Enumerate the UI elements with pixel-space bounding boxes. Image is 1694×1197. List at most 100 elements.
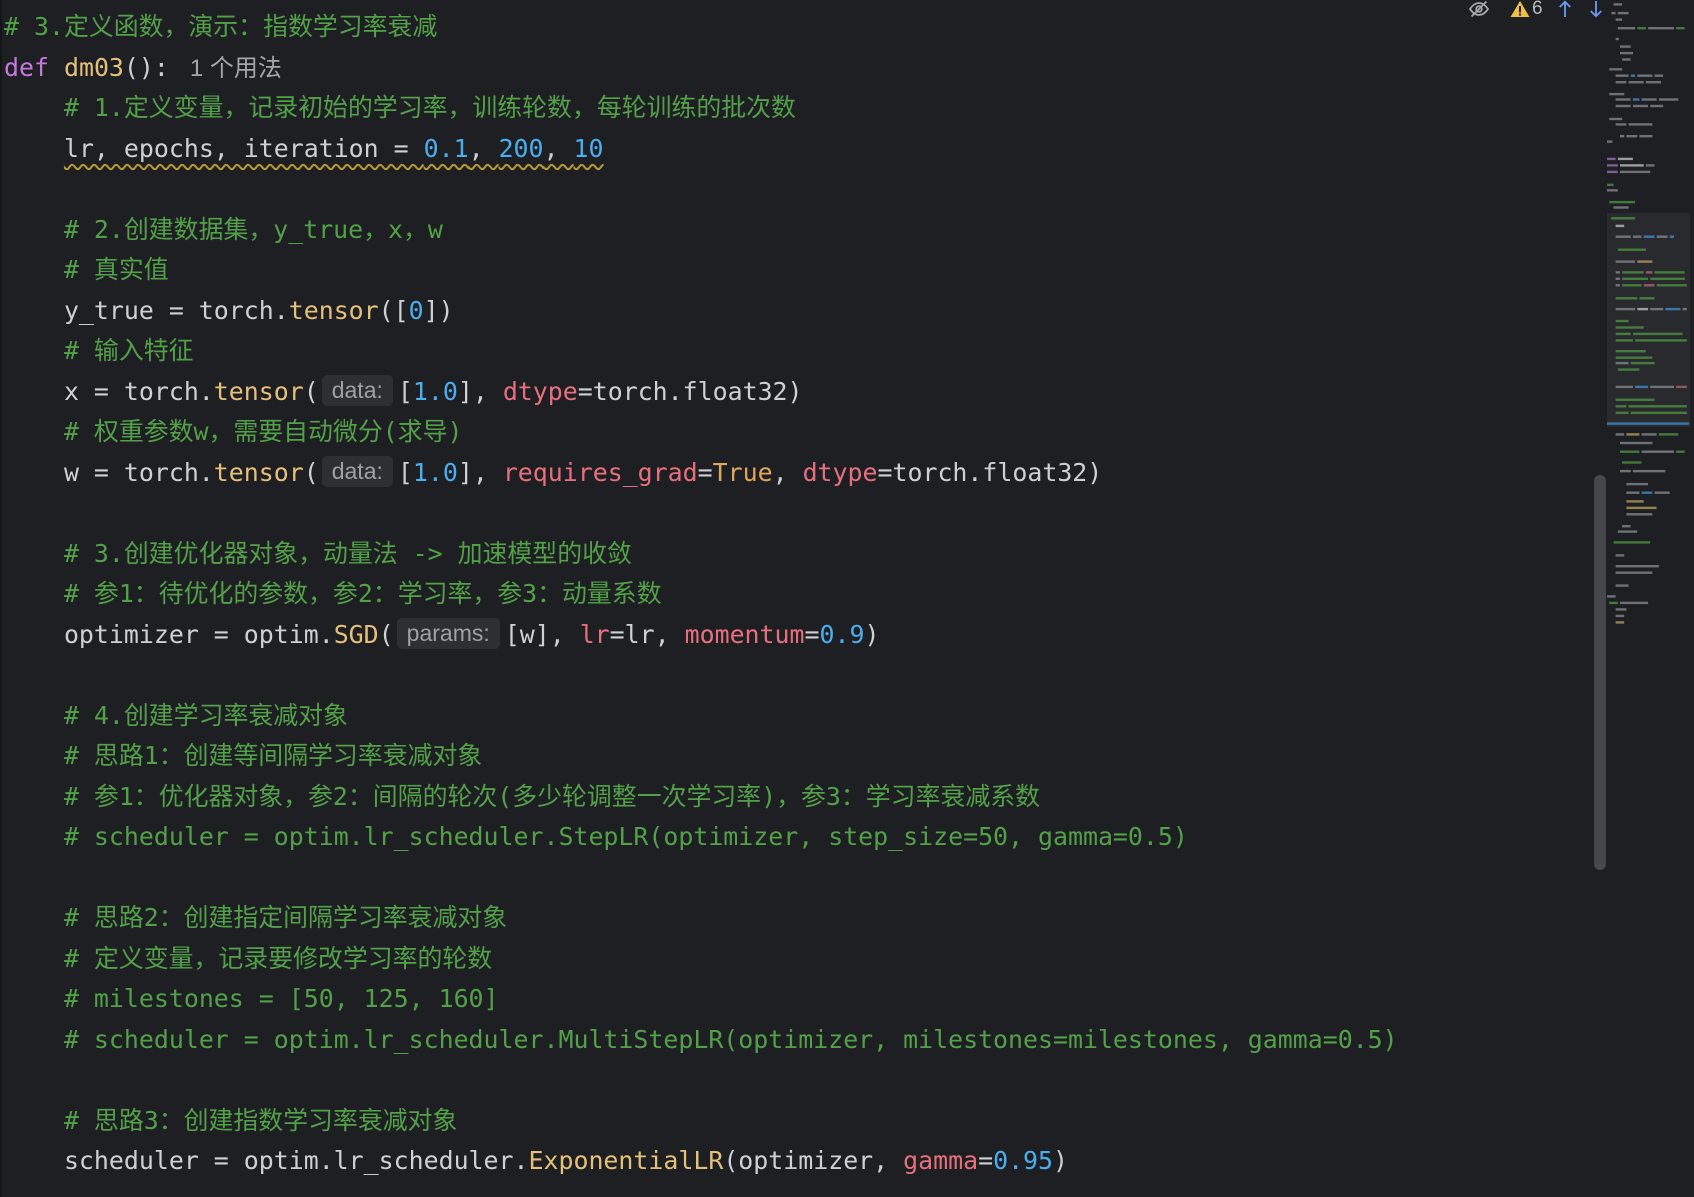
code-comment[interactable]: # 真实值: [64, 255, 169, 284]
code-text[interactable]: [4, 93, 64, 122]
code-line[interactable]: # 2.创建数据集，y_true，x，w: [4, 210, 1589, 251]
code-text[interactable]: ,: [469, 134, 499, 163]
code-comment[interactable]: # 参1：优化器对象，参2：间隔的轮次(多少轮调整一次学习率)，参3：学习率衰减…: [64, 782, 1040, 811]
code-text[interactable]: [4, 255, 64, 284]
code-text[interactable]: [4, 417, 64, 446]
code-line[interactable]: scheduler = optim.lr_scheduler.Exponenti…: [4, 1141, 1589, 1182]
number-literal[interactable]: 200: [499, 134, 544, 163]
code-line[interactable]: def dm03(): 1 个用法: [4, 48, 1589, 89]
code-text[interactable]: ): [1053, 1146, 1068, 1175]
code-comment[interactable]: # 2.创建数据集，y_true，x，w: [64, 215, 443, 244]
code-text[interactable]: w = torch.: [4, 458, 214, 487]
code-text[interactable]: [: [398, 377, 413, 406]
code-comment[interactable]: # 参1：待优化的参数，参2：学习率，参3：动量系数: [64, 579, 662, 608]
keyword-argument[interactable]: momentum: [685, 620, 805, 649]
code-line[interactable]: # 3.定义函数，演示：指数学习率衰减: [4, 7, 1589, 48]
number-literal[interactable]: 0: [409, 296, 424, 325]
code-text[interactable]: (: [304, 458, 319, 487]
boolean-literal[interactable]: True: [713, 458, 773, 487]
code-comment[interactable]: # 权重参数w，需要自动微分(求导): [64, 417, 463, 446]
warning-icon[interactable]: [1510, 0, 1530, 18]
number-literal[interactable]: 0.9: [820, 620, 865, 649]
code-comment[interactable]: # 3.创建优化器对象，动量法 -> 加速模型的收敛: [64, 539, 632, 568]
code-line[interactable]: w = torch.tensor(data: [1.0], requires_gr…: [4, 453, 1589, 494]
code-text[interactable]: ,: [544, 134, 574, 163]
code-text[interactable]: ): [864, 620, 879, 649]
warning-count[interactable]: 6: [1532, 0, 1543, 19]
arrow-up-icon[interactable]: [1558, 0, 1572, 18]
code-line[interactable]: # milestones = [50, 125, 160]: [4, 979, 1589, 1020]
code-line[interactable]: # scheduler = optim.lr_scheduler.MultiSt…: [4, 1020, 1589, 1061]
keyword-argument[interactable]: requires_grad: [503, 458, 698, 487]
code-line[interactable]: # 定义变量，记录要修改学习率的轮数: [4, 939, 1589, 980]
code-text[interactable]: (: [379, 620, 394, 649]
code-text[interactable]: ([: [379, 296, 409, 325]
code-text[interactable]: [4, 539, 64, 568]
code-text[interactable]: [4, 215, 64, 244]
code-line[interactable]: lr, epochs, iteration = 0.1, 200, 10: [4, 129, 1589, 170]
code-line[interactable]: # 参1：优化器对象，参2：间隔的轮次(多少轮调整一次学习率)，参3：学习率衰减…: [4, 777, 1589, 818]
method-call-name[interactable]: tensor: [289, 296, 379, 325]
code-line[interactable]: # 3.创建优化器对象，动量法 -> 加速模型的收敛: [4, 534, 1589, 575]
eye-slash-icon[interactable]: [1468, 0, 1490, 18]
code-comment[interactable]: # 定义变量，记录要修改学习率的轮数: [64, 944, 492, 973]
code-comment[interactable]: # scheduler = optim.lr_scheduler.StepLR(…: [64, 822, 1188, 851]
code-text[interactable]: =torch.float32): [878, 458, 1103, 487]
code-text[interactable]: x = torch.: [4, 377, 214, 406]
code-text[interactable]: y_true = torch.: [4, 296, 289, 325]
code-line[interactable]: # 真实值: [4, 250, 1589, 291]
code-text[interactable]: [4, 984, 64, 1013]
code-line[interactable]: # 权重参数w，需要自动微分(求导): [4, 412, 1589, 453]
code-line[interactable]: # 1.定义变量，记录初始的学习率，训练轮数，每轮训练的批次数: [4, 88, 1589, 129]
number-literal[interactable]: 1.0: [413, 458, 458, 487]
keyword-argument[interactable]: gamma: [903, 1146, 978, 1175]
code-line[interactable]: # 思路2：创建指定间隔学习率衰减对象: [4, 898, 1589, 939]
function-name[interactable]: dm03: [64, 53, 124, 82]
code-text[interactable]: [4, 579, 64, 608]
code-text[interactable]: (optimizer,: [723, 1146, 903, 1175]
method-call-name[interactable]: SGD: [334, 620, 379, 649]
method-call-name[interactable]: tensor: [214, 377, 304, 406]
code-line[interactable]: [4, 655, 1589, 696]
code-text[interactable]: scheduler = optim.lr_scheduler.: [4, 1146, 529, 1175]
code-text[interactable]: =: [698, 458, 713, 487]
code-line[interactable]: y_true = torch.tensor([0]): [4, 291, 1589, 332]
code-line[interactable]: # 输入特征: [4, 331, 1589, 372]
code-text[interactable]: =: [805, 620, 820, 649]
code-text[interactable]: [4, 336, 64, 365]
usages-hint[interactable]: 1 个用法: [190, 55, 282, 82]
code-comment[interactable]: # 3.定义函数，演示：指数学习率衰减: [4, 12, 437, 41]
code-line[interactable]: [4, 858, 1589, 899]
code-text[interactable]: [4, 903, 64, 932]
vertical-scrollbar-thumb[interactable]: [1594, 475, 1606, 870]
code-text[interactable]: ,: [773, 458, 803, 487]
number-literal[interactable]: 1.0: [413, 377, 458, 406]
number-literal[interactable]: 10: [574, 134, 604, 163]
code-text[interactable]: =: [978, 1146, 993, 1175]
keyword-argument[interactable]: dtype: [803, 458, 878, 487]
code-text[interactable]: optimizer = optim.: [4, 620, 334, 649]
code-text[interactable]: (: [304, 377, 319, 406]
code-text[interactable]: lr, epochs, iteration =: [64, 134, 424, 163]
code-text[interactable]: [4, 822, 64, 851]
code-line[interactable]: [4, 169, 1589, 210]
arrow-down-icon[interactable]: [1589, 0, 1603, 18]
code-line[interactable]: [4, 493, 1589, 534]
keyword-def[interactable]: def: [4, 53, 49, 82]
code-comment[interactable]: # 4.创建学习率衰减对象: [64, 701, 348, 730]
code-line[interactable]: [4, 1060, 1589, 1101]
code-text[interactable]: [4, 134, 64, 163]
code-line[interactable]: # scheduler = optim.lr_scheduler.StepLR(…: [4, 817, 1589, 858]
code-text[interactable]: ]): [424, 296, 454, 325]
code-area[interactable]: # 3.定义函数，演示：指数学习率衰减 def dm03(): 1 个用法 # 1.…: [4, 7, 1589, 1192]
minimap[interactable]: [1607, 0, 1694, 640]
method-call-name[interactable]: ExponentialLR: [529, 1146, 724, 1175]
code-comment[interactable]: # 1.定义变量，记录初始的学习率，训练轮数，每轮训练的批次数: [64, 93, 796, 122]
keyword-argument[interactable]: dtype: [503, 377, 578, 406]
number-literal[interactable]: 0.95: [993, 1146, 1053, 1175]
code-text[interactable]: ],: [458, 377, 503, 406]
code-text[interactable]: [w],: [505, 620, 580, 649]
code-text[interactable]: [4, 701, 64, 730]
code-text[interactable]: =lr,: [610, 620, 685, 649]
code-line[interactable]: # 参1：待优化的参数，参2：学习率，参3：动量系数: [4, 574, 1589, 615]
